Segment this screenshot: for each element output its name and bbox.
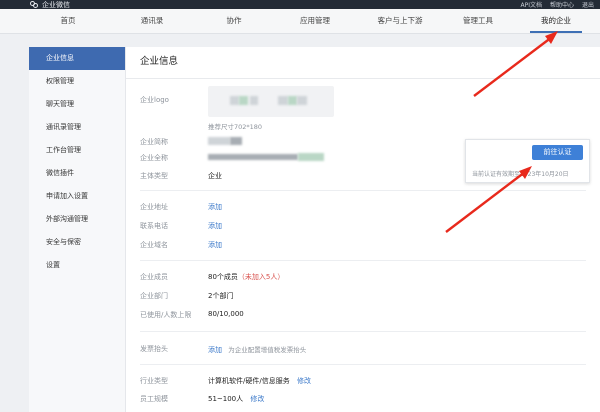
nav-app-management[interactable]: 应用管理 — [290, 9, 340, 34]
section-divider — [140, 190, 586, 191]
members-label: 企业成员 — [140, 273, 168, 281]
sidebar-item-enterprise-info[interactable]: 企业信息 — [29, 47, 125, 70]
full-name-blurred — [208, 154, 298, 160]
logo-blurred-image-part — [278, 96, 288, 105]
wecom-logo-icon — [30, 1, 39, 8]
scale-value: 51~100人 — [208, 395, 244, 403]
section-divider — [140, 331, 586, 332]
members-count: 80个成员 — [208, 273, 238, 281]
full-name-blurred-part — [298, 153, 324, 161]
entity-type-value: 企业 — [208, 172, 222, 180]
sidebar-item-permissions[interactable]: 权限管理 — [29, 70, 125, 93]
sidebar-item-chat[interactable]: 聊天管理 — [29, 93, 125, 116]
logo-upload[interactable] — [208, 86, 334, 117]
sidebar: 企业信息 权限管理 聊天管理 通讯录管理 工作台管理 微信插件 申请加入设置 外… — [29, 47, 126, 412]
industry-label: 行业类型 — [140, 377, 168, 385]
logo-blurred-image — [230, 96, 239, 105]
help-center-link[interactable]: 帮助中心 — [550, 0, 574, 9]
logo-blurred-image-part — [250, 96, 258, 105]
entity-type-label: 主体类型 — [140, 172, 168, 180]
sidebar-item-settings[interactable]: 设置 — [29, 254, 125, 277]
short-name-label: 企业简称 — [140, 138, 168, 146]
invoice-hint: 为企业配置增值税发票抬头 — [228, 346, 307, 354]
sidebar-item-join-settings[interactable]: 申请加入设置 — [29, 185, 125, 208]
certification-expiry-note: 当前认证有效期至2023年10月20日 — [472, 171, 569, 178]
certification-card: 前往认证 当前认证有效期至2023年10月20日 — [465, 139, 590, 183]
sidebar-item-contacts-management[interactable]: 通讯录管理 — [29, 116, 125, 139]
industry-row: 计算机软件/硬件/信息服务 修改 — [208, 376, 311, 386]
short-name-blurred-part — [230, 137, 242, 145]
full-name-label: 企业全称 — [140, 154, 168, 162]
edit-scale-link[interactable]: 修改 — [250, 395, 264, 403]
address-label: 企业地址 — [140, 203, 168, 211]
scale-label: 员工规模 — [140, 395, 168, 403]
main-nav: 首页 通讯录 协作 应用管理 客户与上下游 管理工具 我的企业 — [0, 9, 600, 34]
add-address-link[interactable]: 添加 — [208, 202, 222, 212]
top-bar: 企业微信 API文档 帮助中心 退出 — [0, 0, 600, 9]
logo-blurred-image-part — [239, 96, 248, 105]
brand[interactable]: 企业微信 — [30, 0, 70, 9]
page-title: 企业信息 — [140, 56, 179, 67]
logout-link[interactable]: 退出 — [582, 0, 594, 9]
members-value: 80个成员（未加入5人） — [208, 272, 284, 282]
nav-customers-upstream[interactable]: 客户与上下游 — [367, 9, 433, 34]
nav-my-enterprise[interactable]: 我的企业 — [530, 9, 582, 34]
logo-label: 企业logo — [140, 96, 169, 104]
add-phone-link[interactable]: 添加 — [208, 221, 222, 231]
logo-blurred-image-part — [297, 96, 307, 105]
section-divider — [140, 364, 586, 365]
domain-label: 企业域名 — [140, 241, 168, 249]
invoice-label: 发票抬头 — [140, 345, 168, 353]
nav-admin-tools[interactable]: 管理工具 — [452, 9, 504, 34]
main-panel: 企业信息 企业logo 推荐尺寸702*180 企业简称 企业全称 主体类型 企… — [126, 47, 600, 412]
invoice-row: 添加 为企业配置增值税发票抬头 — [208, 344, 306, 355]
nav-collaboration[interactable]: 协作 — [216, 9, 252, 34]
scale-row: 51~100人 修改 — [208, 394, 264, 404]
short-name-blurred — [208, 137, 230, 145]
usage-value: 80/10,000 — [208, 310, 244, 318]
sidebar-item-workbench[interactable]: 工作台管理 — [29, 139, 125, 162]
logo-blurred-image-part — [288, 96, 297, 105]
add-domain-link[interactable]: 添加 — [208, 240, 222, 250]
title-divider — [126, 78, 600, 79]
go-certify-button[interactable]: 前往认证 — [532, 145, 583, 160]
nav-contacts[interactable]: 通讯录 — [130, 9, 174, 34]
api-docs-link[interactable]: API文档 — [520, 0, 542, 9]
departments-label: 企业部门 — [140, 292, 168, 300]
phone-label: 联系电话 — [140, 222, 168, 230]
nav-home[interactable]: 首页 — [48, 9, 88, 34]
add-invoice-link[interactable]: 添加 — [208, 346, 222, 354]
edit-industry-link[interactable]: 修改 — [297, 377, 311, 385]
sidebar-item-security[interactable]: 安全与保密 — [29, 231, 125, 254]
usage-label: 已使用/人数上限 — [140, 311, 192, 319]
industry-value: 计算机软件/硬件/信息服务 — [208, 377, 290, 385]
logo-size-hint: 推荐尺寸702*180 — [208, 123, 263, 131]
sidebar-item-external-communication[interactable]: 外部沟通管理 — [29, 208, 125, 231]
section-divider — [140, 260, 586, 261]
members-pending: （未加入5人） — [237, 273, 285, 281]
sidebar-item-wechat-plugin[interactable]: 微信插件 — [29, 162, 125, 185]
departments-value: 2个部门 — [208, 292, 234, 300]
